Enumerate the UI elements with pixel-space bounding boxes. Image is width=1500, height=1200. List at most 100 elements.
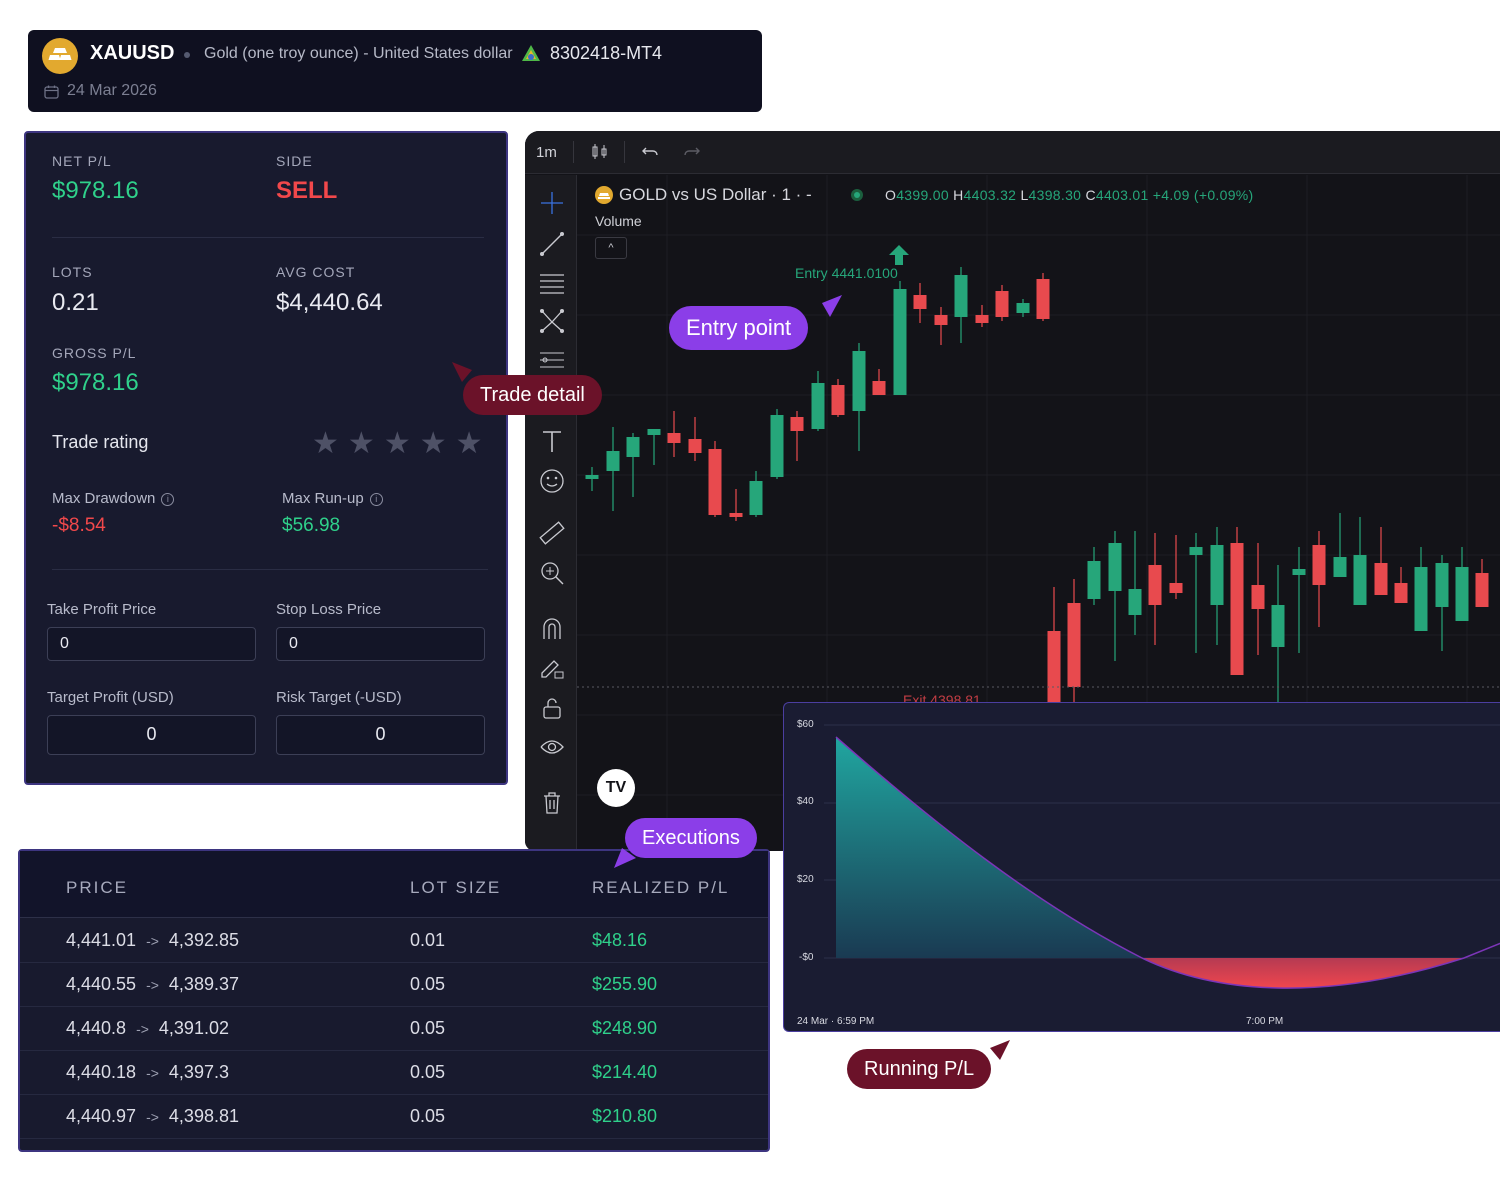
calendar-icon [44,85,59,104]
candle-body [647,429,661,435]
realized-pl-cell: $48.16 [592,930,648,950]
column-header-price: PRICE [66,878,128,897]
trade-rating-label: Trade rating [52,432,149,452]
redo-icon[interactable] [682,142,702,167]
candle-body [1271,605,1285,647]
target-profit-label: Target Profit (USD) [47,689,174,706]
ohlc-readout: O4399.00 H4403.32 L4398.30 C4403.01 +4.0… [885,187,1254,203]
candles-icon[interactable] [590,142,610,167]
candle-body [1067,603,1081,687]
account-id: 8302418-MT4 [550,43,663,63]
candle-body [688,439,702,453]
net-pl-value: $978.16 [52,177,139,204]
star-icon[interactable]: ★ [420,429,447,459]
candle-body [1251,585,1265,609]
risk-target-label: Risk Target (-USD) [276,689,402,706]
candle-body [995,291,1009,317]
candle-body [1230,543,1244,675]
table-row[interactable]: 4,440.8 -> 4,391.02 0.05 $248.90 [20,1007,768,1051]
candle-body [1455,567,1469,621]
entry-label: Entry 4441.0100 [795,265,898,281]
star-icon[interactable]: ★ [456,429,483,459]
text-icon[interactable] [539,428,565,459]
magnet-icon[interactable] [539,615,565,646]
trash-icon[interactable] [539,789,565,820]
entry-point-pointer [816,295,842,324]
tradingview-logo[interactable]: TV [597,769,635,807]
candle-body [626,437,640,457]
trade-date: 24 Mar 2026 [67,82,157,99]
y-tick: $20 [797,874,814,885]
crosshair-icon[interactable] [539,190,565,221]
info-icon[interactable]: i [369,493,383,506]
price-cell: 4,440.55 -> 4,389.37 [66,974,239,994]
candle-body [1128,589,1142,615]
table-row[interactable]: 4,440.18 -> 4,397.3 0.05 $214.40 [20,1051,768,1095]
star-icon[interactable]: ★ [384,429,411,459]
volume-label: Volume [595,213,642,229]
chart-toolbar: 1m [525,131,1500,174]
executions-table: PRICE LOT SIZE REALIZED P/L 4,441.01 -> 4,… [18,849,770,1152]
realized-pl-cell: $214.40 [592,1062,658,1082]
table-row[interactable]: 4,441.01 -> 4,392.85 0.01 $48.16 [20,919,768,963]
candle-body [667,433,681,443]
star-icon[interactable]: ★ [348,429,375,459]
y-tick: $40 [797,796,814,807]
chart-title: GOLD vs US Dollar · 1 · - [619,185,812,204]
horizontal-lines-icon[interactable] [539,270,565,301]
gross-pl-value: $978.16 [52,369,139,396]
star-icon[interactable]: ★ [312,429,339,459]
loss-area [1142,958,1464,989]
table-row[interactable]: 4,440.55 -> 4,389.37 0.05 $255.90 [20,963,768,1007]
candle-body [1475,573,1489,607]
gold-bars-icon [42,38,78,74]
candle-body [831,385,845,415]
running-pl-chart: $60 $40 $20 -$0 24 Mar · 6:59 PM 7:00 PM [783,702,1500,1032]
max-drawdown-value: -$8.54 [52,515,106,536]
symbol-header: XAUUSD Gold (one troy ounce) - United St… [28,30,762,112]
candle-body [1414,567,1428,631]
candle-body [1169,583,1183,593]
trend-line-icon[interactable] [539,231,565,262]
unlock-icon[interactable] [539,695,565,726]
stop-loss-input[interactable]: 0 [276,627,485,661]
collapse-volume-button[interactable]: ^ [595,237,627,259]
undo-icon[interactable] [640,142,660,167]
running-pl-callout: Running P/L [847,1049,992,1089]
zoom-in-icon[interactable] [539,560,565,591]
max-runup-label: Max Run-up i [282,490,383,507]
profit-area [836,737,1142,958]
stop-loss-label: Stop Loss Price [276,601,382,618]
net-pl-label: NET P/L [52,153,112,169]
lock-drawing-icon[interactable] [539,655,565,686]
candle-body [1292,569,1306,575]
take-profit-input[interactable]: 0 [47,627,256,661]
trade-rating-stars[interactable]: ★ ★ ★ ★ ★ [312,429,483,459]
pattern-icon[interactable] [539,308,565,339]
timeframe-button[interactable]: 1m [536,144,557,161]
candle-body [872,381,886,395]
price-cell: 4,441.01 -> 4,392.85 [66,930,239,950]
table-row[interactable]: 4,440.97 -> 4,398.81 0.05 $210.80 [20,1095,768,1139]
price-cell: 4,440.18 -> 4,397.3 [66,1062,229,1082]
max-drawdown-label: Max Drawdown i [52,490,175,507]
eye-icon[interactable] [539,735,565,766]
ruler-icon[interactable] [539,520,565,551]
info-icon[interactable]: i [161,493,175,506]
risk-target-input[interactable]: 0 [276,715,485,755]
side-value: SELL [276,177,338,204]
realized-pl-cell: $248.90 [592,1018,658,1038]
price-cell: 4,440.8 -> 4,391.02 [66,1018,229,1038]
candle-body [1333,557,1347,577]
column-header-lot-size: LOT SIZE [410,878,502,897]
emoji-icon[interactable] [539,468,565,499]
symbol-name: XAUUSD [90,42,175,64]
target-profit-input[interactable]: 0 [47,715,256,755]
gross-pl-label: GROSS P/L [52,345,137,361]
take-profit-label: Take Profit Price [47,601,157,618]
candle-body [1189,547,1203,555]
x-tick: 7:00 PM [1246,1016,1284,1027]
metatrader-icon [520,43,542,70]
lots-value: 0.21 [52,289,99,316]
lots-label: LOTS [52,264,93,280]
